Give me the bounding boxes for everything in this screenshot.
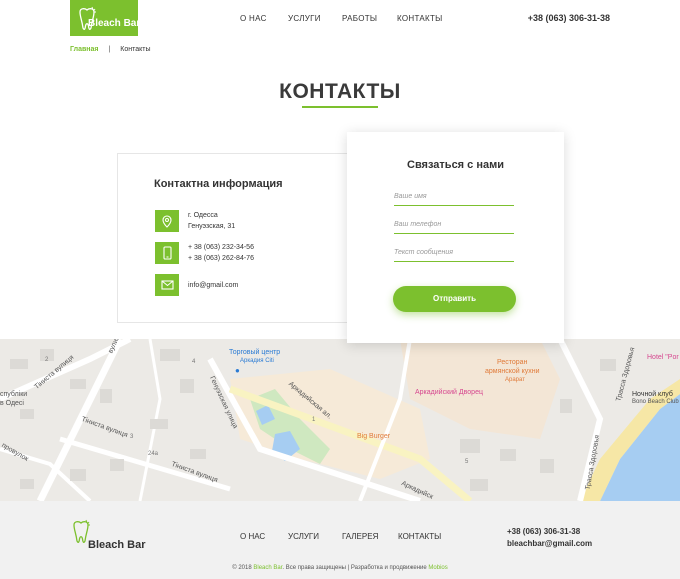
form-title: Связаться с нами (407, 159, 504, 171)
map-label-hotel: Hotel "Por (647, 354, 679, 361)
map-label-house-5: 5 (465, 459, 469, 465)
address-row: г. Одесса Генуэзская, 31 (155, 210, 235, 232)
map-label-odesa: в Одесi (0, 400, 24, 407)
nav-works[interactable]: РАБОТЫ (342, 14, 377, 23)
address-line-1: г. Одесса (188, 212, 218, 219)
map-label-house-4: 4 (192, 359, 196, 365)
breadcrumb: Главная | Контакты (70, 46, 151, 53)
name-field[interactable]: Ваше имя (394, 193, 514, 206)
nav-services[interactable]: УСЛУГИ (288, 14, 321, 23)
header-phone[interactable]: +38 (063) 306-31-38 (528, 13, 610, 23)
submit-button[interactable]: Отправить (393, 286, 516, 312)
map-label-ararat: Арарат (505, 377, 525, 383)
map-label-big-burger: Big Burger (357, 433, 391, 440)
breadcrumb-current: Контакты (120, 46, 151, 53)
footer-nav-gallery[interactable]: ГАЛЕРЕЯ (342, 532, 378, 541)
footer: Bleach Bar О НАС УСЛУГИ ГАЛЕРЕЯ КОНТАКТЫ… (0, 501, 680, 579)
map-graphic (0, 339, 680, 501)
map-label-arcadia-palace: Аркадийский Дворец (415, 389, 483, 396)
phones-row: + 38 (063) 232-34-56 + 38 (063) 262-84-7… (155, 242, 254, 264)
email-link[interactable]: info@gmail.com (188, 280, 238, 291)
contact-info-title: Контактна информация (154, 178, 283, 190)
map-label-house-1: 1 (312, 417, 316, 423)
footer-logo-text: Bleach Bar (88, 539, 146, 551)
copyright-brand[interactable]: Bleach Bar (253, 565, 282, 571)
breadcrumb-home[interactable]: Главная (70, 46, 98, 53)
contact-form: Связаться с нами Ваше имя Ваш телефон Те… (347, 132, 564, 343)
phone-field[interactable]: Ваш телефон (394, 221, 514, 234)
logo-text: Bleach Bar (88, 18, 141, 29)
footer-nav-about[interactable]: О НАС (240, 532, 265, 541)
page-title: КОНТАКТЫ (279, 80, 401, 103)
footer-nav-services[interactable]: УСЛУГИ (288, 532, 319, 541)
title-underline (302, 106, 378, 108)
envelope-icon (155, 274, 179, 296)
phone-1[interactable]: + 38 (063) 232-34-56 (188, 242, 254, 253)
map[interactable]: Торговый центр Аркадия Сiti ● Ресторан а… (0, 339, 680, 501)
header-logo[interactable]: Bleach Bar (70, 0, 141, 36)
email-row: info@gmail.com (155, 274, 238, 296)
map-label-night-club-1: Ночной клуб (632, 391, 673, 398)
nav-contacts[interactable]: КОНТАКТЫ (397, 14, 443, 23)
map-label-restaurant-2: армянской кухни (485, 368, 540, 375)
map-label-house-3: 3 (130, 434, 134, 440)
map-label-24a: 24a (148, 451, 159, 457)
phone-2[interactable]: + 38 (063) 262-84-76 (188, 253, 254, 264)
copyright: © 2018 Bleach Bar. Все права защищены | … (0, 565, 680, 571)
map-label-arcadia-city: Аркадия Сiti (240, 358, 274, 364)
nav-about[interactable]: О НАС (240, 14, 267, 23)
footer-email[interactable]: bleachbar@gmail.com (507, 538, 592, 550)
footer-phone[interactable]: +38 (063) 306-31-38 (507, 526, 592, 538)
footer-contacts: +38 (063) 306-31-38 bleachbar@gmail.com (507, 526, 592, 550)
message-field[interactable]: Текст сообщения (394, 249, 514, 262)
copyright-prefix: © 2018 (232, 565, 252, 571)
contact-info-box: Контактна информация г. Одесса Генуэзска… (117, 153, 349, 323)
copyright-middle: . Все права защищены | Разработка и прод… (282, 565, 427, 571)
map-label-republic: спублiки (0, 391, 28, 398)
address-line-2: Генуэзская, 31 (188, 223, 236, 230)
map-label-shopping-center: Торговый центр (229, 349, 281, 356)
map-label-night-club-2: Bono Beach Club (632, 399, 679, 405)
map-label-restaurant-1: Ресторан (497, 359, 528, 366)
footer-nav-contacts[interactable]: КОНТАКТЫ (398, 532, 441, 541)
map-label-house-2: 2 (45, 357, 49, 363)
phone-icon (155, 242, 179, 264)
copyright-dev[interactable]: Mobios (428, 565, 447, 571)
breadcrumb-separator: | (108, 46, 111, 53)
location-pin-icon (155, 210, 179, 232)
map-pin-icon: ● (235, 366, 240, 375)
